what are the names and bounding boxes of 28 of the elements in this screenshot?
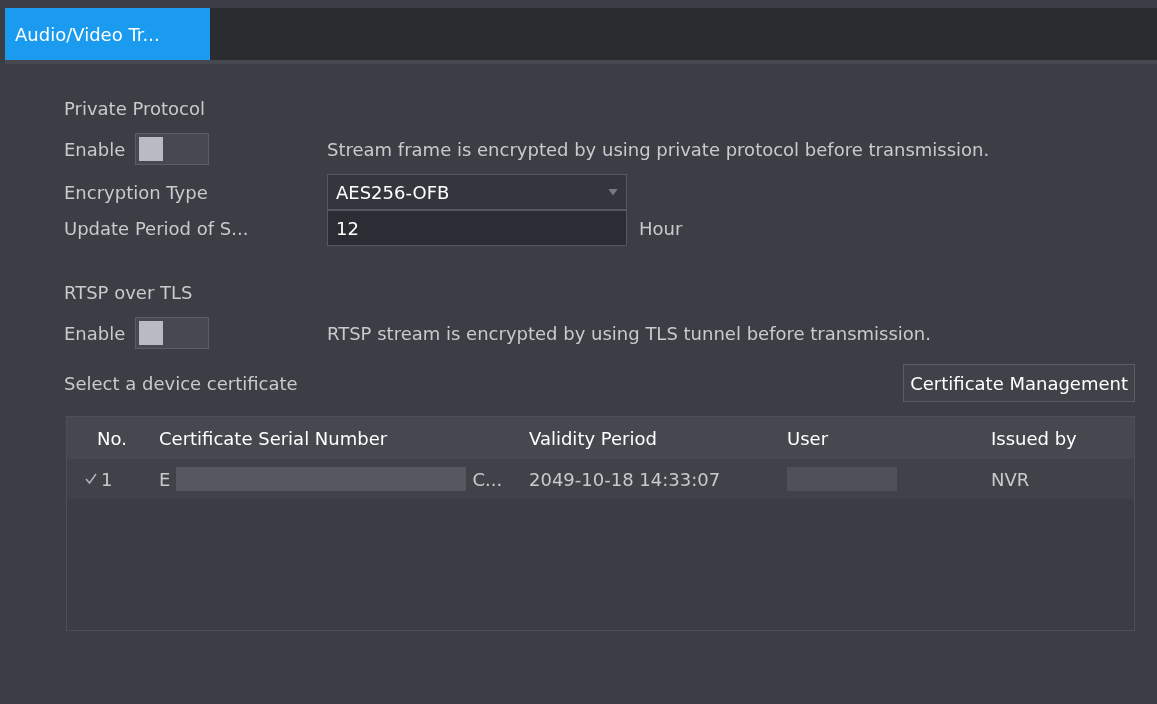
caret-icon: [608, 188, 618, 196]
table-cell-text: E: [159, 467, 171, 492]
description-text: Stream frame is encrypted by using private protocol before transmission.: [327, 137, 990, 162]
column-header: No.: [96, 426, 128, 451]
dropdown[interactable]: AES256-OFB: [327, 174, 627, 210]
toggle-switch[interactable]: [135, 133, 210, 165]
column-header: Certificate Serial Number: [159, 426, 389, 451]
table-cell-text: C...: [472, 467, 503, 492]
column-header: Issued by: [991, 426, 1078, 451]
table-row[interactable]: 1 E C... 2049-10-18 14:33:07 NVR: [67, 459, 1134, 499]
certificate-management-button[interactable]: Certificate Management: [903, 364, 1135, 402]
input-field[interactable]: 12: [327, 210, 627, 246]
field-label: Update Period of S...: [64, 216, 250, 241]
check-icon: [85, 473, 97, 485]
field-label: Select a device certificate: [64, 371, 298, 396]
field-label: Enable: [64, 137, 126, 162]
section-title: Private Protocol: [64, 96, 206, 121]
unit-label: Hour: [639, 216, 683, 241]
table-cell-text: 2049-10-18 14:33:07: [529, 467, 722, 492]
column-header: Validity Period: [529, 426, 658, 451]
field-label: Enable: [64, 321, 126, 346]
column-header: User: [787, 426, 830, 451]
table-cell-text: NVR: [991, 467, 1031, 492]
field-label: Encryption Type: [64, 180, 209, 205]
description-text: RTSP stream is encrypted by using TLS tunnel before transmission.: [327, 321, 931, 346]
section-title: RTSP over TLS: [64, 280, 194, 305]
table-cell-text: 1: [101, 467, 113, 492]
toggle-switch[interactable]: [135, 317, 210, 349]
